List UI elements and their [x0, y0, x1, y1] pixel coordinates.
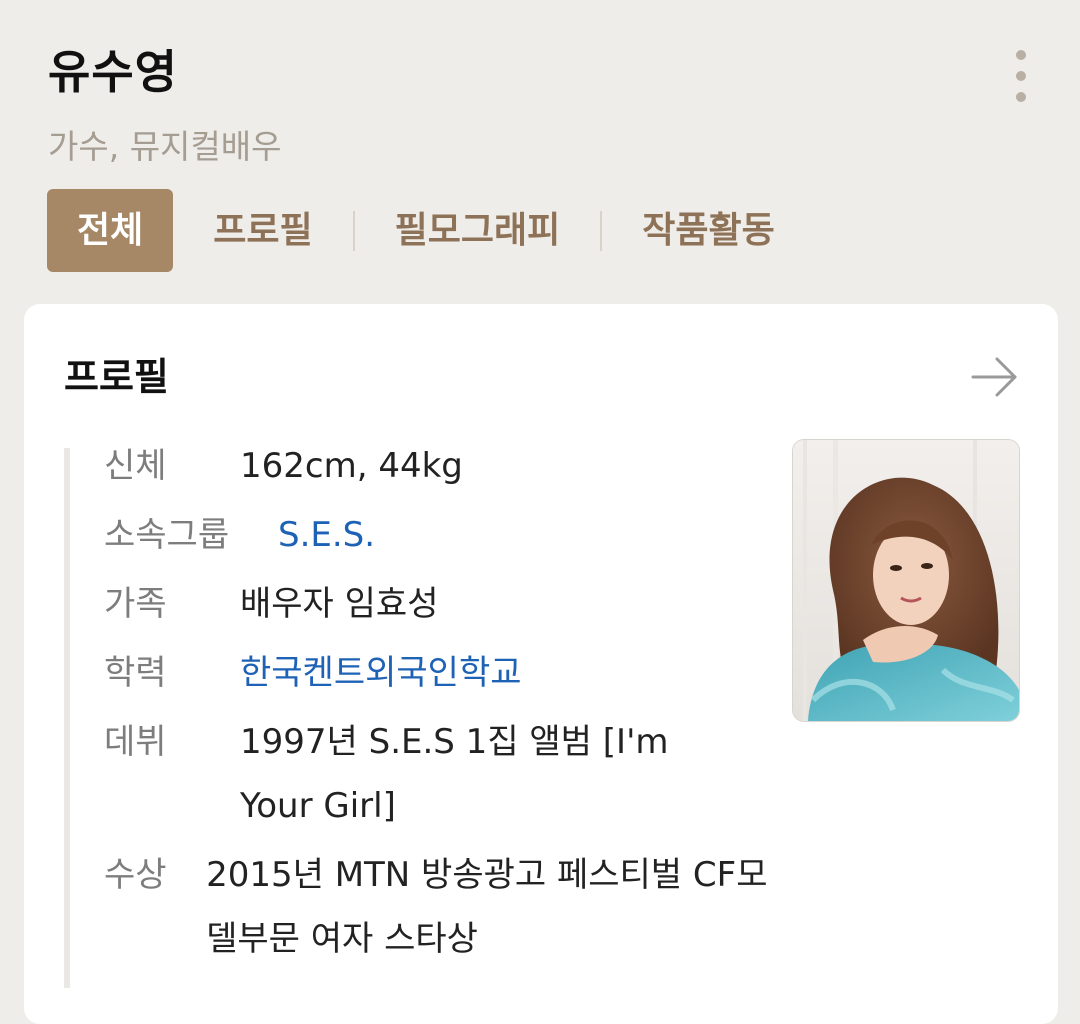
info-row-body: 신체 162cm, 44kg — [104, 434, 784, 498]
school-link[interactable]: 한국켄트외국인학교 — [240, 641, 522, 705]
more-vertical-icon-dot — [1016, 92, 1026, 102]
card-title: 프로필 — [64, 355, 169, 399]
info-label: 소속그룹 — [104, 515, 230, 555]
more-vertical-icon-dot — [1016, 71, 1026, 81]
tab-all[interactable]: 전체 — [47, 189, 174, 272]
tab-filmography[interactable]: 필모그래피 — [355, 189, 601, 272]
tab-works[interactable]: 작품활동 — [602, 189, 814, 272]
info-label: 학력 — [104, 653, 167, 693]
info-value: 1997년 S.E.S 1집 앨범 [I'm Your Girl] — [240, 722, 669, 826]
info-value: 배우자 임효성 — [240, 584, 439, 624]
info-row-group: 소속그룹 S.E.S. — [104, 503, 784, 567]
info-label: 데뷔 — [104, 722, 167, 762]
profile-photo-image — [793, 440, 1019, 721]
profile-header: 유수영 — [48, 40, 1050, 104]
info-label: 신체 — [104, 446, 167, 486]
person-occupation: 가수, 뮤지컬배우 — [48, 127, 282, 166]
more-options-button[interactable] — [1006, 50, 1036, 102]
profile-card: 프로필 신체 162cm, 44kg 소속그룹 S.E.S. 가족 배우자 임효… — [24, 304, 1058, 1024]
section-indent-line — [64, 448, 70, 988]
person-name: 유수영 — [48, 45, 178, 99]
tab-profile[interactable]: 프로필 — [173, 189, 352, 272]
info-row-debut: 데뷔 1997년 S.E.S 1집 앨범 [I'm Your Girl] — [104, 710, 784, 838]
info-label: 가족 — [104, 584, 167, 624]
info-value: 2015년 MTN 방송광고 페스티벌 CF모델부문 여자 스타상 — [206, 855, 768, 959]
group-link[interactable]: S.E.S. — [278, 503, 375, 567]
info-row-awards: 수상 2015년 MTN 방송광고 페스티벌 CF모델부문 여자 스타상 — [104, 843, 784, 971]
info-row-education: 학력 한국켄트외국인학교 — [104, 641, 784, 705]
tab-bar: 전체 프로필 필모그래피 작품활동 — [47, 189, 815, 272]
profile-photo[interactable] — [792, 439, 1020, 722]
more-vertical-icon — [1016, 50, 1026, 60]
info-value: 162cm, 44kg — [240, 446, 463, 486]
info-label: 수상 — [104, 855, 167, 895]
arrow-right-icon — [971, 357, 1017, 397]
info-row-family: 가족 배우자 임효성 — [104, 572, 784, 636]
profile-info-list: 신체 162cm, 44kg 소속그룹 S.E.S. 가족 배우자 임효성 학력… — [104, 434, 784, 976]
profile-more-button[interactable] — [970, 354, 1020, 400]
